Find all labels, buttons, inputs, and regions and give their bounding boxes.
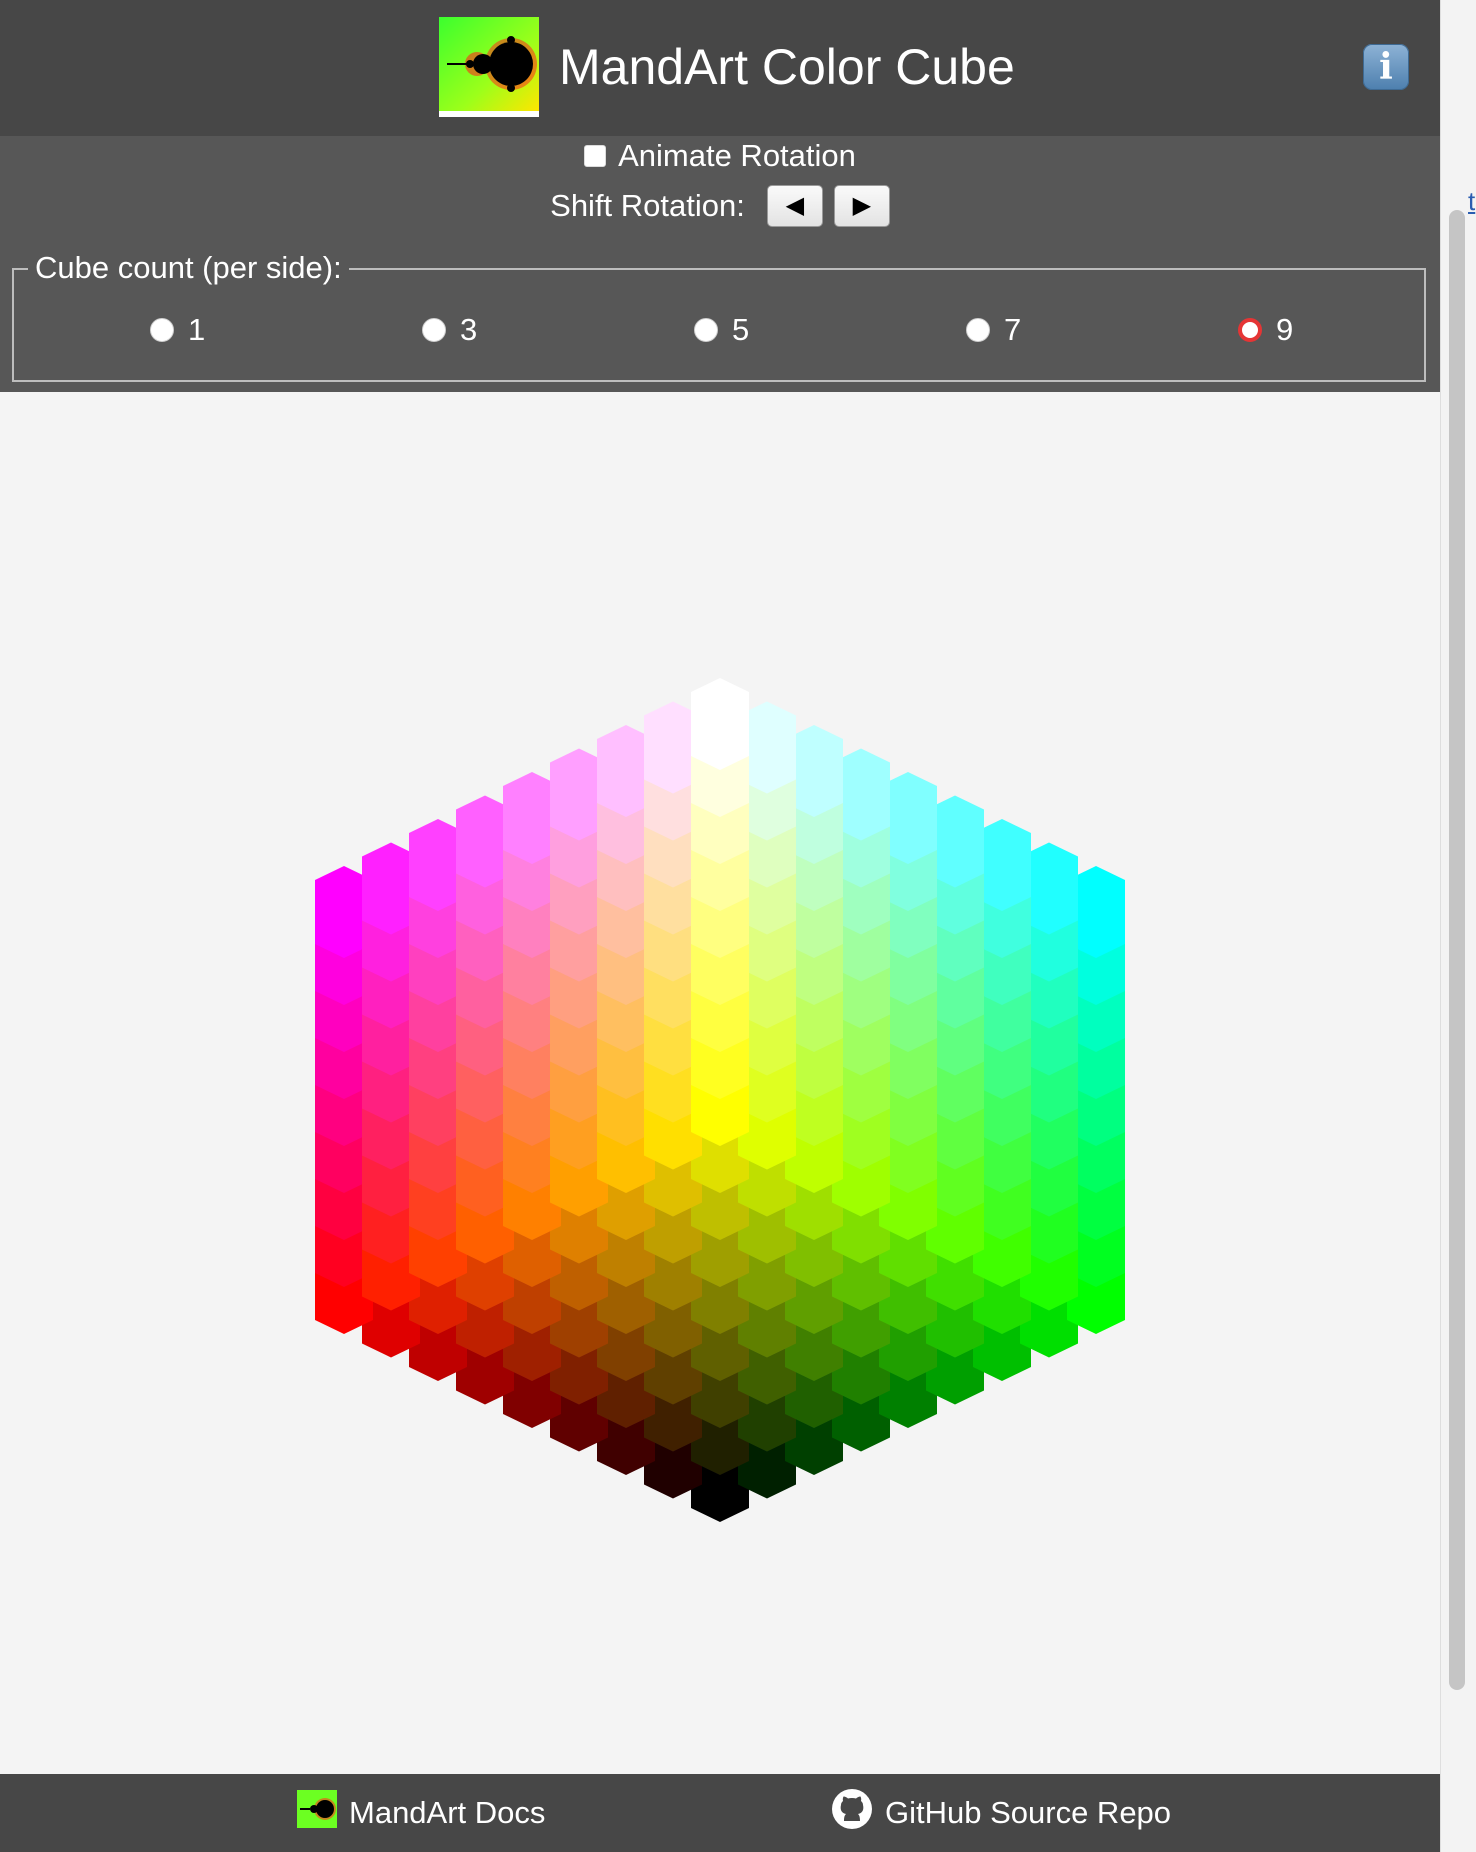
scrollbar-thumb[interactable] — [1449, 210, 1465, 1690]
mandelbrot-logo-icon — [439, 17, 539, 117]
mandart-docs-label: MandArt Docs — [349, 1795, 546, 1830]
shift-right-button[interactable]: ▶ — [833, 185, 890, 227]
controls-panel: Animate Rotation Shift Rotation: ◀ ▶ Cub… — [0, 136, 1440, 392]
radio-button[interactable] — [966, 318, 990, 342]
mandelbrot-logo-icon — [297, 1790, 337, 1836]
info-icon: i — [1379, 46, 1393, 88]
radio-label: 5 — [732, 312, 750, 347]
footer-bar: MandArt Docs GitHub Source Repo — [0, 1774, 1440, 1852]
cube-count-option-1[interactable]: 1 — [150, 310, 205, 350]
animate-rotation-label[interactable]: Animate Rotation — [618, 138, 856, 174]
color-cube-cell — [691, 678, 749, 770]
app-title: MandArt Color Cube — [559, 39, 1015, 95]
radio-button-selected[interactable] — [1238, 318, 1262, 342]
animate-rotation-row: Animate Rotation — [0, 136, 1440, 176]
vertical-scrollbar[interactable] — [1440, 0, 1476, 1852]
color-cube — [315, 678, 1125, 1522]
color-cube-canvas[interactable] — [0, 392, 1440, 1774]
cube-count-option-7[interactable]: 7 — [966, 310, 1021, 350]
shift-left-button[interactable]: ◀ — [766, 185, 823, 227]
github-repo-link[interactable]: GitHub Source Repo — [831, 1789, 1172, 1834]
cube-count-option-9[interactable]: 9 — [1238, 310, 1293, 350]
shift-rotation-label: Shift Rotation: — [550, 188, 745, 223]
radio-label: 3 — [460, 312, 478, 347]
radio-label: 1 — [188, 312, 206, 347]
cube-count-option-3[interactable]: 3 — [422, 310, 477, 350]
header-bar: MandArt Color Cube i — [0, 0, 1440, 136]
radio-button[interactable] — [422, 318, 446, 342]
mandart-docs-link[interactable]: MandArt Docs — [297, 1790, 546, 1836]
app-window: MandArt Color Cube i Animate Rotation Sh… — [0, 0, 1440, 1852]
offscreen-link-fragment[interactable]: t — [1468, 186, 1476, 216]
github-icon — [831, 1788, 873, 1838]
cube-count-legend: Cube count (per side): — [28, 246, 349, 290]
shift-rotation-row: Shift Rotation: ◀ ▶ — [0, 182, 1440, 230]
cube-count-option-5[interactable]: 5 — [694, 310, 749, 350]
info-button[interactable]: i — [1363, 44, 1409, 90]
radio-label: 7 — [1004, 312, 1022, 347]
radio-button[interactable] — [694, 318, 718, 342]
triangle-left-icon: ◀ — [785, 192, 805, 219]
radio-button[interactable] — [150, 318, 174, 342]
github-repo-label: GitHub Source Repo — [885, 1795, 1172, 1830]
radio-label: 9 — [1276, 312, 1294, 347]
animate-rotation-checkbox[interactable] — [584, 145, 607, 167]
triangle-right-icon: ▶ — [852, 192, 872, 219]
